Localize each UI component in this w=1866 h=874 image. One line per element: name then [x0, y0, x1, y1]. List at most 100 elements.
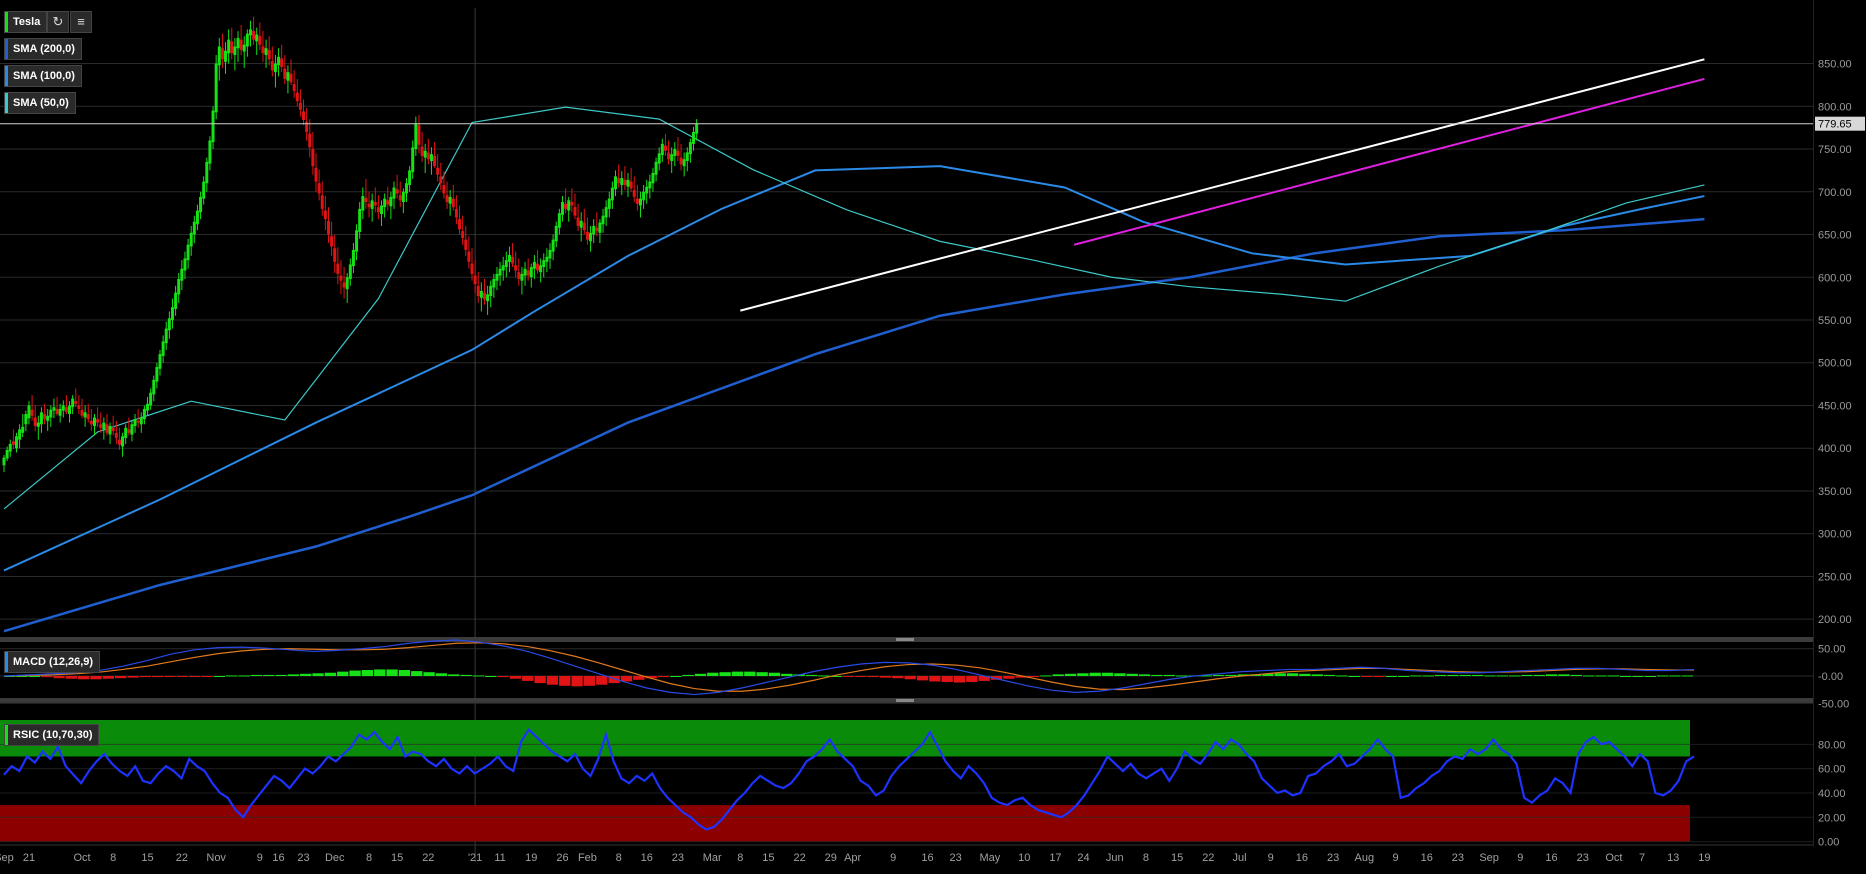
x-tick-label: 15: [762, 852, 774, 864]
candle-body: [542, 260, 546, 268]
candle-body: [286, 72, 290, 81]
candle-body: [339, 275, 343, 281]
candle-body: [676, 150, 680, 156]
macd-histogram-bar: [1656, 675, 1669, 677]
refresh-icon[interactable]: ↻: [47, 11, 69, 33]
candle-body: [573, 207, 577, 216]
candle-body: [548, 249, 552, 259]
candle-body: [373, 202, 377, 206]
macd-histogram-bar: [842, 676, 855, 677]
legend-sma100[interactable]: SMA (100,0): [4, 65, 82, 87]
candle-body: [392, 187, 396, 199]
macd-histogram-bar: [90, 676, 102, 680]
legend-symbol[interactable]: Tesla: [4, 11, 48, 33]
y-tick-label: 450.00: [1818, 400, 1852, 412]
candle-body: [532, 261, 536, 269]
candle-body: [498, 268, 502, 276]
candle-body: [323, 210, 327, 220]
candle-body: [582, 222, 586, 231]
macd-histogram-bar: [435, 673, 448, 676]
x-tick-label: Jul: [1232, 852, 1246, 864]
sma100-label: SMA (100,0): [13, 70, 75, 82]
candle-body: [214, 63, 218, 113]
macd-histogram-bar: [1138, 674, 1151, 676]
macd-histogram-bar: [1114, 673, 1126, 676]
macd-histogram-bar: [1447, 674, 1459, 676]
macd-histogram-bar: [1360, 676, 1373, 677]
macd-histogram-bar: [867, 676, 879, 678]
stock-chart[interactable]: 850.00800.00750.00700.00650.00600.00550.…: [0, 0, 1866, 874]
chart-type-icon[interactable]: ≡: [70, 11, 92, 33]
macd-histogram-bar: [226, 675, 238, 677]
candle-body: [61, 405, 65, 411]
x-tick-label: 22: [1202, 852, 1214, 864]
legend-sma50[interactable]: SMA (50,0): [4, 92, 76, 114]
macd-histogram-bar: [1545, 674, 1558, 676]
candle-body: [398, 195, 402, 201]
x-tick-label: 16: [921, 852, 933, 864]
candle-body: [429, 154, 433, 162]
y-tick-label: 700.00: [1818, 187, 1852, 199]
macd-histogram-bar: [522, 676, 534, 681]
legend-sma200[interactable]: SMA (200,0): [4, 38, 82, 60]
x-tick-label: 16: [641, 852, 653, 864]
x-tick-label: May: [980, 852, 1001, 864]
candle-body: [648, 181, 652, 189]
candle-body: [255, 34, 259, 42]
macd-histogram-bar: [312, 673, 324, 676]
candle-body: [364, 197, 368, 203]
macd-histogram-bar: [1644, 676, 1656, 677]
legend-macd[interactable]: MACD (12,26,9): [4, 651, 101, 673]
candle-body: [24, 414, 28, 425]
candle-body: [461, 231, 465, 238]
x-tick-label: 17: [1049, 852, 1061, 864]
splitter-handle: [896, 699, 914, 702]
candle-body: [345, 277, 349, 290]
price-axis-border: [1813, 0, 1814, 846]
macd-histogram-bar: [1077, 673, 1089, 676]
candle-body: [404, 183, 408, 194]
x-tick-label: Mar: [703, 852, 722, 864]
candle-body: [414, 123, 418, 150]
macd-histogram-bar: [1570, 674, 1582, 676]
macd-swatch: [5, 652, 8, 672]
macd-histogram-bar: [596, 676, 608, 685]
candle-body: [326, 220, 330, 235]
macd-histogram-bar: [855, 676, 867, 677]
candle-body: [30, 409, 34, 416]
macd-histogram-bar: [460, 674, 472, 676]
candle-body: [180, 268, 184, 281]
macd-histogram-bar: [398, 670, 411, 676]
macd-histogram-bar: [411, 671, 423, 676]
candle-body: [576, 217, 580, 226]
macd-histogram-bar: [337, 671, 349, 676]
candle-body: [420, 146, 424, 156]
macd-histogram-bar: [1003, 676, 1015, 679]
candle-body: [277, 56, 281, 66]
candle-body: [623, 179, 627, 185]
candle-body: [311, 149, 315, 167]
candle-body: [167, 318, 171, 331]
candle-body: [495, 273, 499, 281]
legend-rsi[interactable]: RSIC (10,70,30): [4, 724, 100, 746]
candle-body: [302, 111, 306, 120]
macd-histogram-bar: [127, 676, 139, 678]
candle-body: [52, 407, 56, 411]
candle-body: [242, 44, 246, 52]
macd-histogram-bar: [1311, 674, 1323, 676]
candle-body: [523, 268, 527, 276]
macd-histogram-bar: [966, 676, 978, 682]
candle-body: [105, 424, 109, 433]
macd-histogram-bar: [818, 675, 830, 677]
x-tick-label: 11: [494, 852, 505, 864]
candle-body: [258, 36, 262, 45]
macd-histogram-bar: [559, 676, 571, 686]
candle-body: [595, 227, 599, 232]
candle-body: [336, 263, 340, 274]
y-tick-label: 600.00: [1818, 272, 1852, 284]
candle-body: [386, 200, 390, 205]
candle-body: [39, 412, 43, 425]
candle-body: [164, 328, 168, 344]
candle-body: [208, 140, 212, 164]
candle-body: [317, 183, 321, 194]
